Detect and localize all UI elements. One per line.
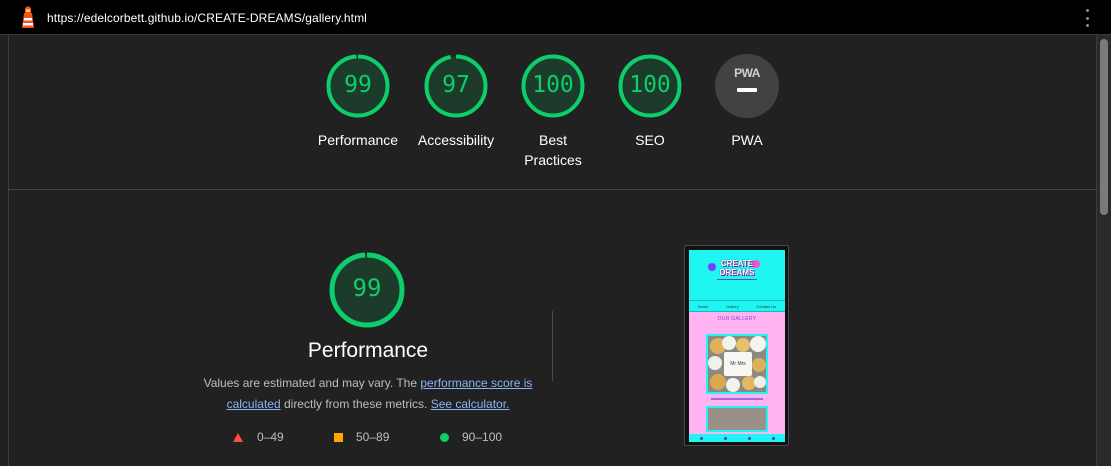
lighthouse-icon bbox=[22, 6, 34, 28]
preview-nav-home: Home bbox=[697, 303, 709, 309]
preview-gallery-photo: Mr Mrs bbox=[706, 334, 768, 394]
legend-pass-range: 90–100 bbox=[462, 430, 503, 444]
legend-fail-range: 0–49 bbox=[257, 430, 284, 444]
label-accessibility: Accessibility bbox=[417, 132, 495, 148]
performance-title: Performance bbox=[307, 339, 429, 362]
vertical-separator bbox=[552, 311, 553, 381]
preview-social-icon bbox=[771, 436, 775, 440]
pwa-badge-text: PWA bbox=[734, 66, 760, 80]
desc-text-2: directly from these metrics. bbox=[280, 397, 431, 411]
preview-logo: CREATE DREAMS bbox=[719, 259, 755, 277]
preview-social-icon bbox=[699, 436, 703, 440]
preview-nav-gallery: Gallery bbox=[726, 303, 739, 309]
performance-description: Values are estimated and may vary. The p… bbox=[196, 373, 540, 415]
pwa-dash-icon bbox=[737, 88, 757, 92]
label-best-practices: Best Practices bbox=[524, 132, 582, 168]
preview-tagline-line bbox=[717, 279, 757, 280]
preview-nav-contact: Contact Us bbox=[756, 303, 777, 309]
legend-pass: 90–100 bbox=[440, 430, 502, 444]
gauge-best-practices[interactable]: 100 Best Practices bbox=[503, 54, 603, 168]
page-screenshot-thumbnail[interactable]: CREATE DREAMS Home Gallery Contact Us OU… bbox=[684, 245, 789, 446]
kebab-menu-icon[interactable] bbox=[1081, 9, 1093, 27]
gauge-accessibility[interactable]: 97 Accessibility bbox=[406, 54, 506, 148]
gauge-seo[interactable]: 100 SEO bbox=[600, 54, 700, 148]
preview-nav: Home Gallery Contact Us bbox=[689, 300, 785, 312]
score-performance: 99 bbox=[344, 72, 372, 98]
gauge-pwa[interactable]: PWA PWA bbox=[697, 54, 797, 154]
score-seo: 100 bbox=[629, 72, 671, 98]
preview-gallery-photo-2 bbox=[706, 406, 768, 432]
see-calculator-link[interactable]: See calculator. bbox=[431, 397, 510, 411]
preview-social-icon bbox=[723, 436, 727, 440]
performance-score-large: 99 bbox=[352, 274, 382, 302]
score-accessibility: 97 bbox=[442, 72, 470, 98]
preview-photo-sign: Mr Mrs bbox=[724, 352, 752, 376]
score-best-practices: 100 bbox=[532, 72, 574, 98]
address-bar: https://edelcorbett.github.io/CREATE-DRE… bbox=[0, 0, 1111, 35]
label-pwa: PWA bbox=[731, 132, 763, 148]
triangle-icon bbox=[233, 432, 243, 442]
circle-icon bbox=[440, 432, 449, 442]
desc-text-1: Values are estimated and may vary. The bbox=[203, 376, 421, 390]
legend-average-range: 50–89 bbox=[356, 430, 390, 444]
preview-social-icon bbox=[747, 436, 751, 440]
legend-average: 50–89 bbox=[334, 430, 389, 444]
preview-header: CREATE DREAMS bbox=[689, 250, 785, 300]
preview-footer bbox=[689, 434, 785, 442]
label-performance: Performance bbox=[317, 132, 399, 148]
scrollbar[interactable] bbox=[1097, 35, 1111, 466]
gauge-performance[interactable]: 99 Performance bbox=[308, 54, 408, 148]
screenshot-content: CREATE DREAMS Home Gallery Contact Us OU… bbox=[689, 250, 785, 442]
url-text[interactable]: https://edelcorbett.github.io/CREATE-DRE… bbox=[47, 11, 367, 25]
preview-section-title: OUR GALLERY bbox=[717, 316, 757, 322]
pwa-badge-icon bbox=[715, 54, 779, 118]
preview-photo-caption bbox=[711, 398, 763, 400]
legend-fail: 0–49 bbox=[233, 430, 284, 444]
section-divider bbox=[9, 189, 1097, 190]
scroll-thumb[interactable] bbox=[1100, 39, 1108, 215]
square-icon bbox=[334, 432, 343, 442]
label-seo: SEO bbox=[635, 132, 665, 148]
